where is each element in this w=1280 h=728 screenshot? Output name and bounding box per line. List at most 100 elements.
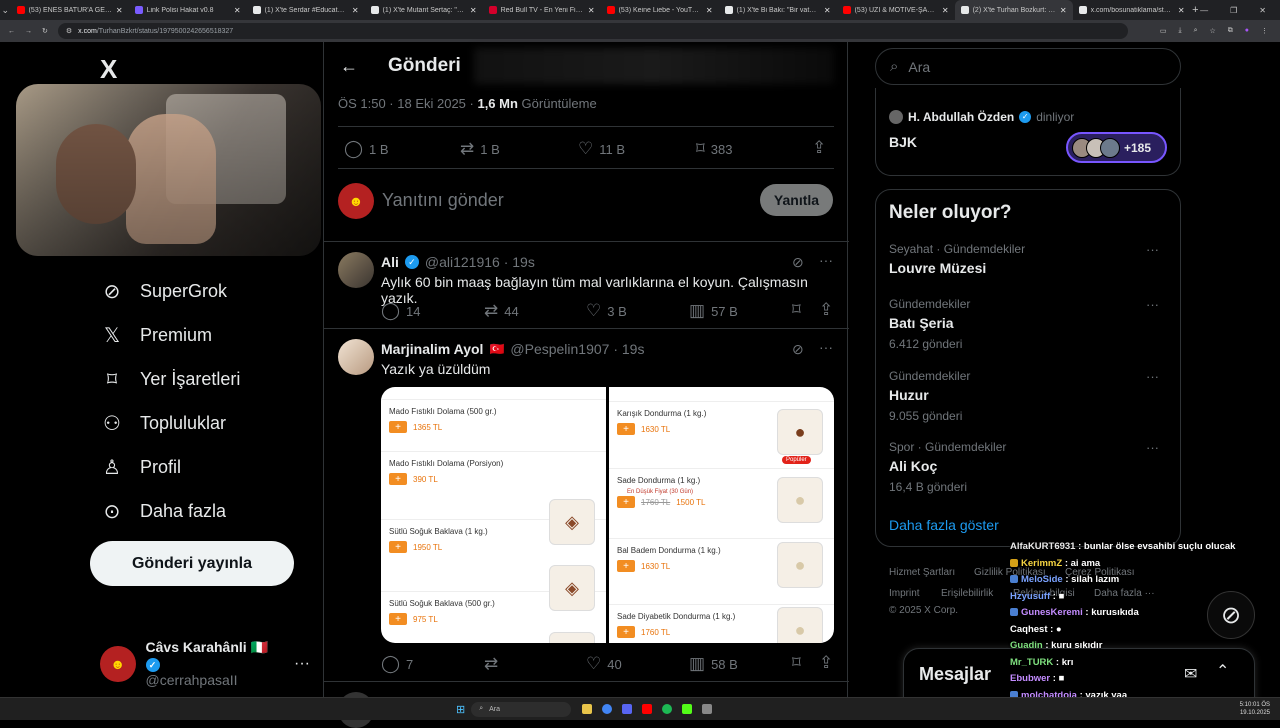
sidebar-item-supergrok[interactable]: ⊘ SuperGrok: [100, 279, 227, 304]
search-input[interactable]: ⌕ Ara: [875, 48, 1181, 85]
repost-stat[interactable]: ⇄ 1 B: [460, 139, 500, 159]
reply-input[interactable]: Yanıtını gönder: [382, 190, 504, 211]
bookmark-stat[interactable]: ⌑ 383: [696, 139, 732, 159]
forward-icon[interactable]: →: [25, 28, 32, 35]
sidebar-item-topluluklar[interactable]: ⚇ Topluluklar: [100, 411, 226, 436]
reply-author[interactable]: Ali: [381, 254, 399, 270]
footer-more-link[interactable]: Daha fazla ···: [1094, 588, 1155, 599]
url-field[interactable]: ⚙ x.com/TurhanBzkrt/status/1979500242656…: [57, 23, 1128, 39]
chrome-icon[interactable]: [602, 704, 613, 714]
browser-tab[interactable]: Red Bull TV - En Yeni Film, Pro ✕: [483, 0, 601, 20]
trend-more-icon[interactable]: ···: [1146, 242, 1159, 257]
footer-imprint-link[interactable]: Imprint: [889, 588, 920, 599]
browser-tab[interactable]: (53) Keine Liebe - YouTube ✕: [601, 0, 719, 20]
tab-close-icon[interactable]: ✕: [234, 6, 241, 15]
tab-close-icon[interactable]: ✕: [352, 6, 359, 15]
download-icon[interactable]: ⤓: [1178, 27, 1181, 35]
share-icon[interactable]: ⇪: [812, 138, 826, 158]
browser-tab[interactable]: (53) UZI & MOTİVE-ŞARKILAR ✕: [837, 0, 955, 20]
reply-bookmark-icon[interactable]: ⌑: [792, 300, 801, 320]
more-icon[interactable]: ···: [819, 252, 833, 268]
browser-tab[interactable]: (2) X'te Turhan Bozkurt: "😮 " ✕: [954, 0, 1073, 20]
trend-more-icon[interactable]: ···: [1146, 297, 1159, 312]
back-icon[interactable]: ←: [8, 28, 15, 35]
sidebar-item-yer-i-şaretleri[interactable]: ⌑ Yer İşaretleri: [100, 367, 241, 392]
footer-terms-link[interactable]: Hizmet Şartları: [889, 567, 955, 578]
reply-stat[interactable]: ◯ 1 B: [344, 139, 389, 159]
sidebar-item-premium[interactable]: 𝕏 Premium: [100, 323, 212, 348]
tab-close-icon[interactable]: ✕: [824, 6, 831, 15]
grok-icon[interactable]: ⊘: [792, 254, 804, 271]
reply-bookmark-icon[interactable]: ⌑: [792, 653, 801, 673]
browser-tab[interactable]: (1) X'te Bi Bakı: "Bir vatandaş ✕: [719, 0, 837, 20]
x-logo[interactable]: X: [100, 54, 117, 85]
zoom-icon[interactable]: ⌕: [1194, 27, 1198, 35]
extensions-icon[interactable]: ⧉: [1228, 27, 1233, 35]
reply-share-icon[interactable]: ⇪: [819, 653, 833, 673]
close-window-icon[interactable]: ✕: [1259, 6, 1266, 15]
browser-tab[interactable]: Link Polisi Hakat v0.8 ✕: [129, 0, 247, 20]
grok-fab-icon[interactable]: ⊘: [1207, 591, 1255, 639]
app-icon[interactable]: [642, 704, 653, 714]
reply-reply-stat[interactable]: ◯ 7: [381, 654, 413, 674]
bookmark-star-icon[interactable]: ☆: [1209, 27, 1215, 35]
reply-handle[interactable]: @ali121916 · 19s: [425, 254, 535, 270]
new-tab-button[interactable]: +: [1191, 4, 1201, 16]
file-explorer-icon[interactable]: [582, 704, 593, 714]
new-message-icon[interactable]: ✉: [1184, 664, 1197, 684]
reload-icon[interactable]: ↻: [42, 27, 48, 35]
more-icon[interactable]: ···: [819, 339, 833, 355]
cast-icon[interactable]: ▭: [1160, 27, 1167, 35]
sidebar-item-profil[interactable]: ♙ Profil: [100, 455, 181, 480]
app-icon[interactable]: [682, 704, 693, 714]
reply-author[interactable]: Marjinalim Ayol: [381, 341, 483, 357]
browser-tab[interactable]: (1) X'te Serdar #Educatedears ✕: [247, 0, 365, 20]
tab-close-icon[interactable]: ✕: [1060, 6, 1067, 15]
trend-item[interactable]: Seyahat · Gündemdekiler Louvre Müzesi ···: [889, 242, 1169, 276]
app-icon[interactable]: [702, 704, 713, 714]
tab-close-icon[interactable]: ✕: [706, 6, 713, 15]
tab-close-icon[interactable]: ✕: [116, 6, 123, 15]
tab-close-icon[interactable]: ✕: [470, 6, 477, 15]
reply-repost-stat[interactable]: ⇄: [484, 654, 498, 674]
trend-more-icon[interactable]: ···: [1146, 369, 1159, 384]
trend-item[interactable]: Gündemdekiler Huzur 9.055 gönderi ···: [889, 369, 1169, 423]
minimize-icon[interactable]: —: [1200, 6, 1208, 15]
reply-repost-stat[interactable]: ⇄ 44: [484, 301, 519, 321]
sidebar-item-daha-fazla[interactable]: ⊙ Daha fazla: [100, 499, 226, 524]
site-info-icon[interactable]: ⚙: [66, 27, 72, 35]
reply-avatar[interactable]: [338, 252, 374, 288]
account-switcher[interactable]: ☻ Câvs Karahânli 🇮🇹 ✓ @cerrahpasaII ···: [100, 639, 310, 688]
discord-icon[interactable]: [622, 704, 633, 714]
account-more-icon[interactable]: ···: [294, 655, 310, 673]
reply-handle[interactable]: @Pespelin1907 · 19s: [510, 341, 644, 357]
tab-search-icon[interactable]: ⌄: [0, 0, 11, 20]
browser-tab[interactable]: x.com/bosunatiklama/status/ ✕: [1073, 0, 1191, 20]
reply-share-icon[interactable]: ⇪: [819, 300, 833, 320]
reply-like-stat[interactable]: ♡ 3 B: [586, 301, 627, 321]
back-arrow-icon[interactable]: ←: [340, 56, 358, 77]
tab-close-icon[interactable]: ✕: [942, 6, 949, 15]
tab-close-icon[interactable]: ✕: [1178, 6, 1185, 15]
maximize-icon[interactable]: ❐: [1230, 6, 1237, 15]
like-stat[interactable]: ♡ 11 B: [578, 139, 625, 159]
reply-views-stat[interactable]: ▥ 57 B: [689, 301, 738, 321]
taskbar-clock[interactable]: 5:10:01 ÖS 19.10.2025: [1240, 701, 1280, 717]
start-icon[interactable]: ⊞: [456, 703, 465, 716]
expand-icon[interactable]: ⌃: [1216, 661, 1229, 681]
taskbar-search[interactable]: ⌕ Ara: [471, 701, 572, 717]
trend-item[interactable]: Gündemdekiler Batı Şeria 6.412 gönderi ···: [889, 297, 1169, 351]
trend-item[interactable]: Spor · Gündemdekiler Ali Koç 16,4 B gönder…: [889, 440, 1169, 494]
reply-media[interactable]: Mado Fıstıklı Dolama (500 gr.) +1365 TL Ma…: [381, 387, 834, 643]
reply-like-stat[interactable]: ♡ 40: [586, 654, 622, 674]
reply-button[interactable]: Yanıtla: [760, 184, 833, 216]
live-space-card[interactable]: H. Abdullah Özden ✓ dinliyor BJK +185: [875, 88, 1181, 176]
browser-menu-icon[interactable]: ⋮: [1261, 27, 1268, 35]
profile-icon[interactable]: ●: [1245, 27, 1249, 35]
grok-icon[interactable]: ⊘: [792, 341, 804, 358]
tab-close-icon[interactable]: ✕: [588, 6, 595, 15]
listeners-pill[interactable]: +185: [1066, 132, 1167, 163]
reply-reply-stat[interactable]: ◯ 14: [381, 301, 421, 321]
post-button[interactable]: Gönderi yayınla: [90, 541, 294, 586]
browser-tab[interactable]: (1) X'te Mutant Sertaç: "bizim ✕: [365, 0, 483, 20]
